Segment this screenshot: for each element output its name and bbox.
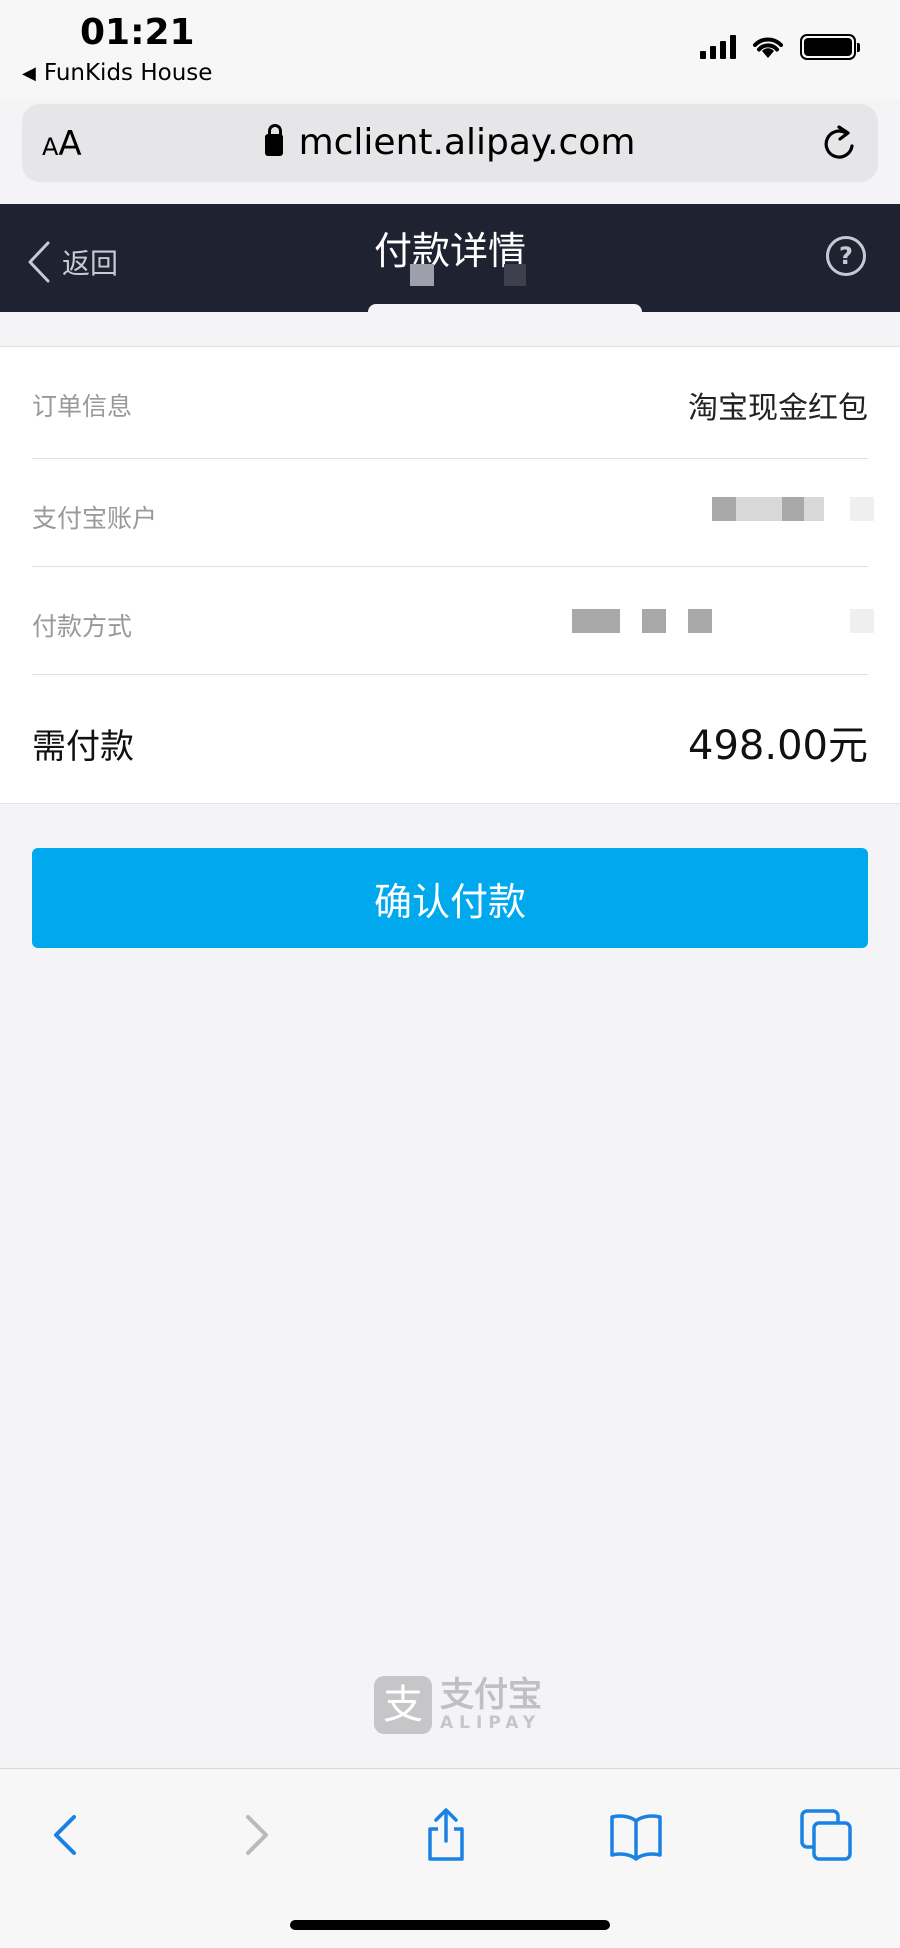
redacted-block	[850, 497, 874, 521]
back-triangle-icon: ◀	[22, 62, 36, 84]
redacted-block	[850, 609, 874, 633]
redacted-block	[804, 497, 824, 521]
status-bar: 01:21 ◀ FunKids House	[0, 0, 900, 100]
back-to-app-link[interactable]: ◀ FunKids House	[22, 60, 212, 86]
cellular-signal-icon	[700, 35, 736, 59]
reload-icon[interactable]	[820, 124, 860, 164]
total-label: 需付款	[32, 727, 134, 767]
back-app-label: FunKids House	[43, 60, 213, 86]
help-icon[interactable]: ?	[826, 236, 866, 276]
redacted-block	[688, 609, 712, 633]
status-time: 01:21	[80, 12, 195, 53]
redacted-block	[642, 609, 666, 633]
payment-method-row: 付款方式	[32, 567, 874, 675]
order-info-label: 订单信息	[32, 392, 133, 421]
home-indicator	[290, 1920, 610, 1930]
url-text[interactable]: mclient.alipay.com	[22, 122, 878, 163]
redacted-block	[504, 264, 526, 286]
confirm-payment-button[interactable]: 确认付款	[32, 848, 868, 948]
order-info-section: 订单信息 淘宝现金红包 支付宝账户 付款方式 需付款 498.00元	[0, 346, 900, 804]
page-title: 付款详情	[373, 229, 526, 273]
alipay-logo: 支 支付宝 ALIPAY	[374, 1676, 542, 1734]
url-bar[interactable]: AA mclient.alipay.com	[22, 104, 878, 182]
alipay-logo-text: 支付宝 ALIPAY	[440, 1677, 542, 1733]
redacted-block	[758, 497, 782, 521]
battery-icon	[800, 34, 860, 60]
redacted-block	[410, 264, 434, 286]
total-row: 需付款 498.00元	[32, 675, 868, 803]
browser-forward-icon[interactable]	[226, 1805, 286, 1865]
status-icons	[700, 34, 860, 60]
alipay-logo-cn: 支付宝	[440, 1675, 542, 1715]
page-header: 返回 付款详情 ?	[0, 204, 900, 312]
redacted-block	[782, 497, 804, 521]
bookmarks-icon[interactable]	[606, 1805, 666, 1865]
header-notch	[368, 304, 642, 312]
wifi-icon	[753, 37, 783, 58]
alipay-account-row: 支付宝账户	[32, 459, 874, 567]
tabs-icon[interactable]	[796, 1805, 856, 1865]
alipay-logo-en: ALIPAY	[440, 1713, 542, 1733]
order-info-value: 淘宝现金红包	[688, 391, 868, 426]
redacted-block	[712, 497, 736, 521]
total-amount: 498.00元	[688, 723, 868, 769]
lock-icon	[264, 124, 283, 156]
redacted-block	[572, 609, 620, 633]
redacted-block	[736, 497, 758, 521]
order-info-row: 订单信息 淘宝现金红包	[32, 347, 868, 459]
alipay-logo-mark: 支	[374, 1676, 432, 1734]
share-icon[interactable]	[416, 1805, 476, 1865]
payment-method-label: 付款方式	[32, 612, 133, 641]
browser-back-icon[interactable]	[36, 1805, 96, 1865]
alipay-account-label: 支付宝账户	[32, 504, 158, 533]
